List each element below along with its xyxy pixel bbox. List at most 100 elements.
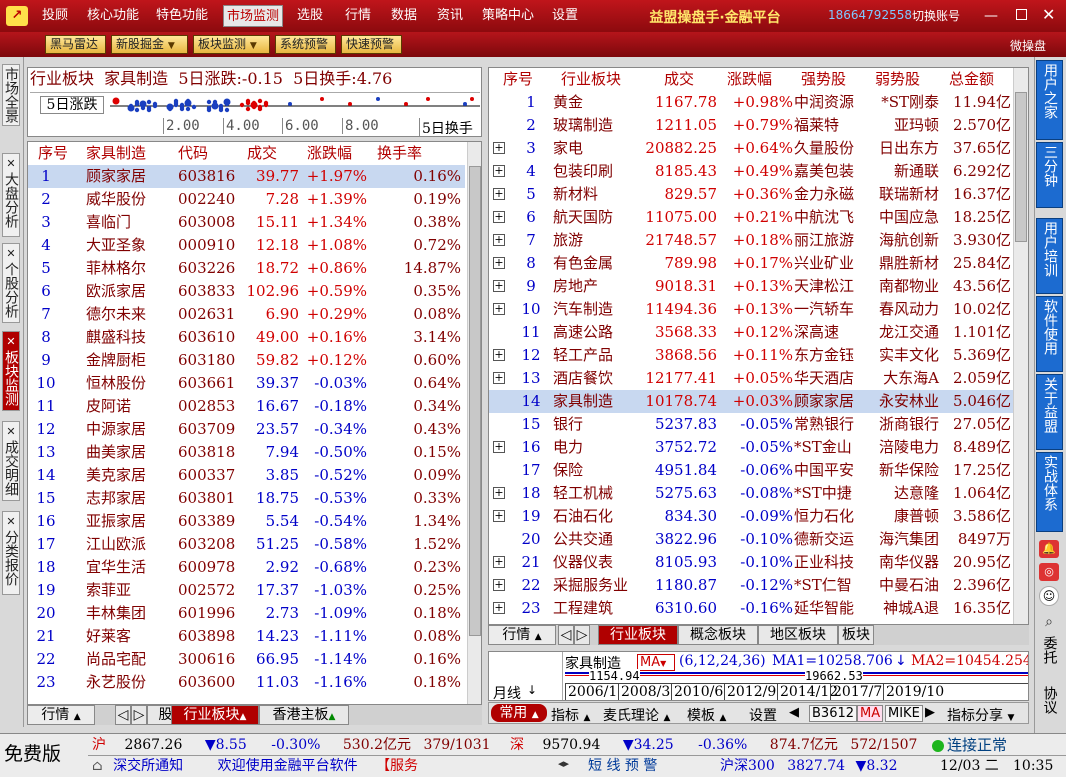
- tab-region-sector[interactable]: 地区板块: [758, 625, 838, 645]
- prev-indicator-button[interactable]: ◀: [789, 705, 799, 720]
- table-row[interactable]: +7 旅游 21748.57 +0.18% 丽江旅游 海航创新 3.930亿: [489, 229, 1013, 252]
- close-icon[interactable]: ✕: [3, 334, 19, 350]
- expand-plus-icon[interactable]: +: [493, 602, 505, 614]
- expand-plus-icon[interactable]: +: [493, 257, 505, 269]
- table-row[interactable]: +19 石油石化 834.30 -0.09% 恒力石化 康普顿 3.586亿: [489, 505, 1013, 528]
- tab-sector-more[interactable]: 板块: [838, 625, 874, 645]
- toolbar-sector-monitor-button[interactable]: 板块监测 ▼: [193, 35, 270, 54]
- period-label[interactable]: 月线: [493, 683, 521, 700]
- table-row[interactable]: +12 轻工产品 3868.56 +0.11% 东方金钰 实丰文化 5.369亿: [489, 344, 1013, 367]
- indicator-share-button[interactable]: 指标分享 ▼: [947, 705, 1014, 725]
- table-row[interactable]: 12 中源家居 603709 23.57 -0.34% 0.43%: [28, 418, 465, 441]
- expand-plus-icon[interactable]: +: [493, 487, 505, 499]
- news-ticker[interactable]: ⌂ 深交所通知 欢迎使用金融平台软件 【服务: [92, 756, 532, 776]
- nav-left-arrow[interactable]: ◁: [558, 625, 574, 645]
- expand-plus-icon[interactable]: +: [493, 372, 505, 384]
- sz-index[interactable]: 深 9570.94 ▼34.25 -0.36% 874.7亿元 572/1507: [510, 735, 934, 755]
- mike-button[interactable]: MIKE: [885, 705, 923, 722]
- b3612-button[interactable]: B3612: [809, 705, 858, 722]
- menu-tougu[interactable]: 投顾: [35, 5, 75, 27]
- right-tab-practice[interactable]: 实战体系: [1036, 452, 1063, 532]
- toolbar-black-horse-button[interactable]: 黑马雷达: [45, 35, 106, 54]
- table-row[interactable]: 8 麒盛科技 603610 49.00 +0.16% 3.14%: [28, 326, 465, 349]
- table-row[interactable]: 20 公共交通 3822.96 -0.10% 德新交运 海汽集团 8497万: [489, 528, 1013, 551]
- news-item-2[interactable]: 欢迎使用金融平台软件: [218, 758, 358, 774]
- sector-scrollbar[interactable]: [1013, 68, 1028, 624]
- table-row[interactable]: 7 德尔未来 002631 6.90 +0.29% 0.08%: [28, 303, 465, 326]
- expand-plus-icon[interactable]: +: [493, 234, 505, 246]
- table-row[interactable]: 14 家具制造 10178.74 +0.03% 顾家家居 永安林业 5.046亿: [489, 390, 1013, 413]
- expand-plus-icon[interactable]: +: [493, 349, 505, 361]
- table-row[interactable]: 22 尚品宅配 300616 66.95 -1.14% 0.16%: [28, 648, 465, 671]
- col-name[interactable]: 家具制造: [86, 142, 146, 164]
- scroll-thumb[interactable]: [469, 166, 481, 636]
- tab-concept-sector[interactable]: 概念板块: [678, 625, 758, 645]
- table-row[interactable]: 19 索菲亚 002572 17.37 -1.03% 0.25%: [28, 579, 465, 602]
- gift-icon[interactable]: ◎: [1039, 563, 1059, 581]
- right-tab-trade[interactable]: 委托: [1036, 636, 1063, 682]
- expand-plus-icon[interactable]: +: [493, 211, 505, 223]
- menu-settings[interactable]: 设置: [547, 5, 583, 27]
- table-row[interactable]: 2 玻璃制造 1211.05 +0.79% 福莱特 亚玛顿 2.570亿: [489, 114, 1013, 137]
- next-indicator-button[interactable]: ▶: [925, 705, 935, 720]
- tab-quotes-left[interactable]: 行情 ▲: [27, 705, 95, 725]
- connection-status[interactable]: 连接正常: [932, 735, 1007, 755]
- indicator-button[interactable]: 指标 ▲: [551, 705, 590, 725]
- news-item-3[interactable]: 【服务: [376, 758, 418, 774]
- menu-info[interactable]: 资讯: [432, 5, 468, 27]
- left-tab-category-quote[interactable]: ✕ 分类报价: [2, 511, 20, 595]
- menu-select-stock[interactable]: 选股: [292, 5, 328, 27]
- expand-plus-icon[interactable]: +: [493, 579, 505, 591]
- col-weak-stock[interactable]: 弱势股: [875, 68, 920, 90]
- table-row[interactable]: 11 皮阿诺 002853 16.67 -0.18% 0.34%: [28, 395, 465, 418]
- col-turnover-amount[interactable]: 成交: [664, 68, 694, 90]
- tab-quotes-right[interactable]: 行情 ▲: [488, 625, 556, 645]
- menu-core[interactable]: 核心功能: [85, 5, 141, 27]
- col-index[interactable]: 序号: [38, 142, 68, 164]
- col-code[interactable]: 代码: [178, 142, 208, 164]
- right-tab-three-minutes[interactable]: 三分钟: [1036, 142, 1063, 208]
- close-icon[interactable]: ✕: [1042, 5, 1055, 24]
- close-icon[interactable]: ✕: [3, 514, 19, 530]
- left-tab-sector-monitor[interactable]: ✕ 板块监测: [2, 331, 20, 411]
- table-row[interactable]: +6 航天国防 11075.00 +0.21% 中航沈飞 中国应急 18.25亿: [489, 206, 1013, 229]
- menu-market-monitor[interactable]: 市场监测: [223, 5, 283, 27]
- table-row[interactable]: 23 永艺股份 603600 11.03 -1.16% 0.18%: [28, 671, 465, 694]
- hs300-index[interactable]: 沪深300 3827.74 ▼8.32: [720, 756, 932, 776]
- toolbar-quick-alert-button[interactable]: 快速预警: [341, 35, 402, 54]
- news-item-1[interactable]: 深交所通知: [113, 758, 183, 774]
- table-row[interactable]: +10 汽车制造 11494.36 +0.13% 一汽轿车 春风动力 10.02亿: [489, 298, 1013, 321]
- table-row[interactable]: 5 菲林格尔 603226 18.72 +0.86% 14.87%: [28, 257, 465, 280]
- table-row[interactable]: 21 好莱客 603898 14.23 -1.11% 0.08%: [28, 625, 465, 648]
- table-row[interactable]: 14 美克家居 600337 3.85 -0.52% 0.09%: [28, 464, 465, 487]
- expand-plus-icon[interactable]: +: [493, 441, 505, 453]
- nav-right-arrow[interactable]: ▷: [131, 705, 147, 725]
- table-row[interactable]: 1 顾家家居 603816 39.77 +1.97% 0.16%: [28, 165, 465, 188]
- close-icon[interactable]: ✕: [3, 156, 19, 172]
- ma-button[interactable]: MA: [857, 705, 884, 722]
- short-term-warning[interactable]: 短 线 预 警: [588, 756, 657, 776]
- table-row[interactable]: 3 喜临门 603008 15.11 +1.34% 0.38%: [28, 211, 465, 234]
- expand-plus-icon[interactable]: +: [493, 188, 505, 200]
- close-icon[interactable]: ✕: [3, 424, 19, 440]
- right-tab-agreement[interactable]: 协议: [1036, 686, 1063, 730]
- expand-plus-icon[interactable]: +: [493, 510, 505, 522]
- app-logo-icon[interactable]: ↗: [6, 6, 28, 26]
- col-sector[interactable]: 行业板块: [561, 68, 621, 90]
- left-tab-market-analysis[interactable]: ✕ 大盘分析: [2, 153, 20, 237]
- maximize-button[interactable]: [1016, 9, 1027, 20]
- left-tab-market-overview[interactable]: 市场全景: [2, 64, 20, 126]
- expand-plus-icon[interactable]: +: [493, 165, 505, 177]
- scroll-thumb[interactable]: [1015, 92, 1027, 242]
- table-row[interactable]: +5 新材料 829.57 +0.36% 金力永磁 联瑞新材 16.37亿: [489, 183, 1013, 206]
- right-tab-software-use[interactable]: 软件使用: [1036, 296, 1063, 372]
- col-index[interactable]: 序号: [503, 68, 533, 90]
- toolbar-system-alert-button[interactable]: 系统预警: [275, 35, 336, 54]
- nav-right-arrow[interactable]: ▷: [574, 625, 590, 645]
- tab-hk-main[interactable]: 香港主板▲: [259, 705, 349, 725]
- table-row[interactable]: +16 电力 3752.72 -0.05% *ST金山 涪陵电力 8.489亿: [489, 436, 1013, 459]
- settings-button[interactable]: 设置: [749, 705, 777, 725]
- table-row[interactable]: 11 高速公路 3568.33 +0.12% 深高速 龙江交通 1.101亿: [489, 321, 1013, 344]
- table-row[interactable]: 4 大亚圣象 000910 12.18 +1.08% 0.72%: [28, 234, 465, 257]
- tab-industry-sector-right[interactable]: 行业板块: [598, 625, 678, 645]
